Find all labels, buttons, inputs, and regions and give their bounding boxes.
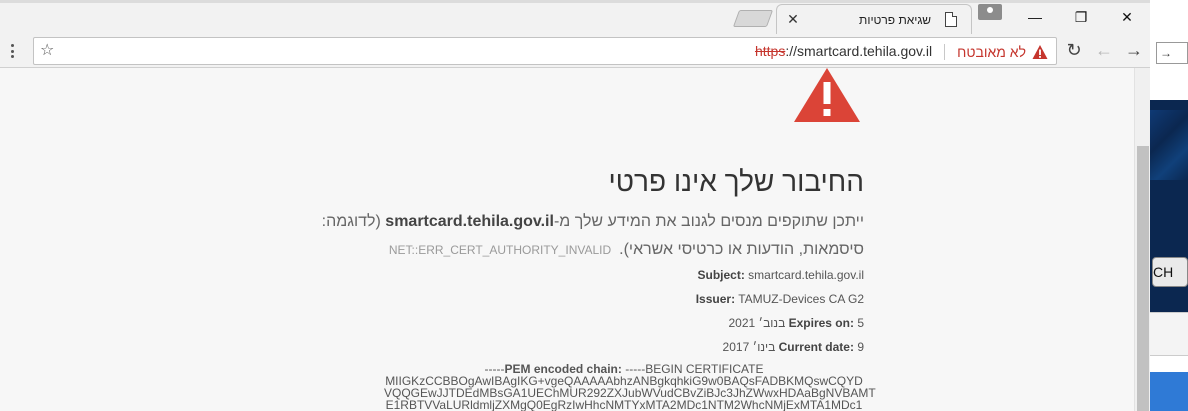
maximize-button[interactable]: ❐ — [1058, 4, 1104, 30]
browser-toolbar: ☆ https://smartcard.tehila.gov.il לא מאו… — [0, 34, 1150, 68]
background-app-blue-panel — [1150, 372, 1188, 411]
page-title: החיבור שלך אינו פרטי — [608, 166, 865, 197]
navigation-buttons: ↻ ← → — [1064, 40, 1144, 60]
bookmark-star-icon[interactable]: ☆ — [40, 41, 54, 61]
document-icon — [945, 12, 957, 27]
window-controls: — ❐ ✕ — [1012, 4, 1150, 30]
cert-issuer: Issuer: TAMUZ-Devices CA G2 — [695, 292, 864, 306]
menu-kebab-icon[interactable] — [8, 42, 16, 60]
security-status-text[interactable]: לא מאובטח — [957, 44, 1026, 60]
tab-privacy-error[interactable]: ✕ שגיאת פרטיות — [776, 4, 972, 34]
page-scrollbar[interactable] — [1134, 68, 1150, 411]
background-app-input[interactable]: → — [1156, 42, 1188, 64]
warning-icon[interactable] — [1032, 44, 1048, 60]
minimize-button[interactable]: — — [1012, 4, 1058, 30]
error-code[interactable]: NET::ERR_CERT_AUTHORITY_INVALID — [389, 243, 611, 257]
large-warning-icon — [794, 68, 860, 122]
profile-avatar-icon[interactable] — [978, 4, 1002, 20]
cert-subject: Subject: smartcard.tehila.gov.il — [697, 268, 864, 282]
tab-close-icon[interactable]: ✕ — [785, 11, 801, 27]
url-scheme: https — [754, 43, 786, 59]
site-host: smartcard.tehila.gov.il — [385, 213, 554, 230]
url-display[interactable]: https://smartcard.tehila.gov.il לא מאובט… — [755, 42, 1048, 62]
close-window-button[interactable]: ✕ — [1104, 4, 1150, 30]
pem-line: E1RBTVVaLURldmljZXMgQ0EgRzIwHhcNMTYxMTA2… — [385, 398, 863, 411]
browser-window: ✕ שגיאת פרטיות — ❐ ✕ ☆ https://smartcard… — [0, 0, 1150, 411]
error-page: החיבור שלך אינו פרטי ייתכן שתוקפים מנסים… — [0, 68, 1134, 411]
cert-current-date: Current date: 9 בינו׳ 2017 — [722, 340, 864, 354]
background-app-panel — [1150, 312, 1188, 356]
title-bar: ✕ שגיאת פרטיות — ❐ ✕ — [0, 0, 1150, 34]
background-app-search-button[interactable]: CH — [1152, 257, 1188, 287]
new-tab-button[interactable] — [732, 10, 774, 27]
background-app: → CH — [1150, 0, 1188, 411]
pem-chain: -----PEM encoded chain: -----BEGIN CERTI… — [384, 363, 876, 411]
url-host: ://smartcard.tehila.gov.il — [785, 43, 933, 59]
address-bar[interactable]: ☆ https://smartcard.tehila.gov.il לא מאו… — [33, 37, 1057, 65]
reload-icon[interactable]: ↻ — [1064, 40, 1084, 60]
url-text: https://smartcard.tehila.gov.il — [755, 43, 932, 61]
forward-arrow-icon[interactable]: ← — [1094, 40, 1114, 60]
scrollbar-thumb[interactable] — [1137, 146, 1149, 411]
cert-expires: Expires on: 5 בנוב׳ 2021 — [728, 316, 864, 330]
tab-title: שגיאת פרטיות — [859, 13, 931, 27]
background-app-banner — [1150, 110, 1188, 180]
error-description: ייתכן שתוקפים מנסים לגנוב את המידע שלך מ… — [321, 213, 864, 258]
back-arrow-icon[interactable]: → — [1124, 40, 1144, 60]
